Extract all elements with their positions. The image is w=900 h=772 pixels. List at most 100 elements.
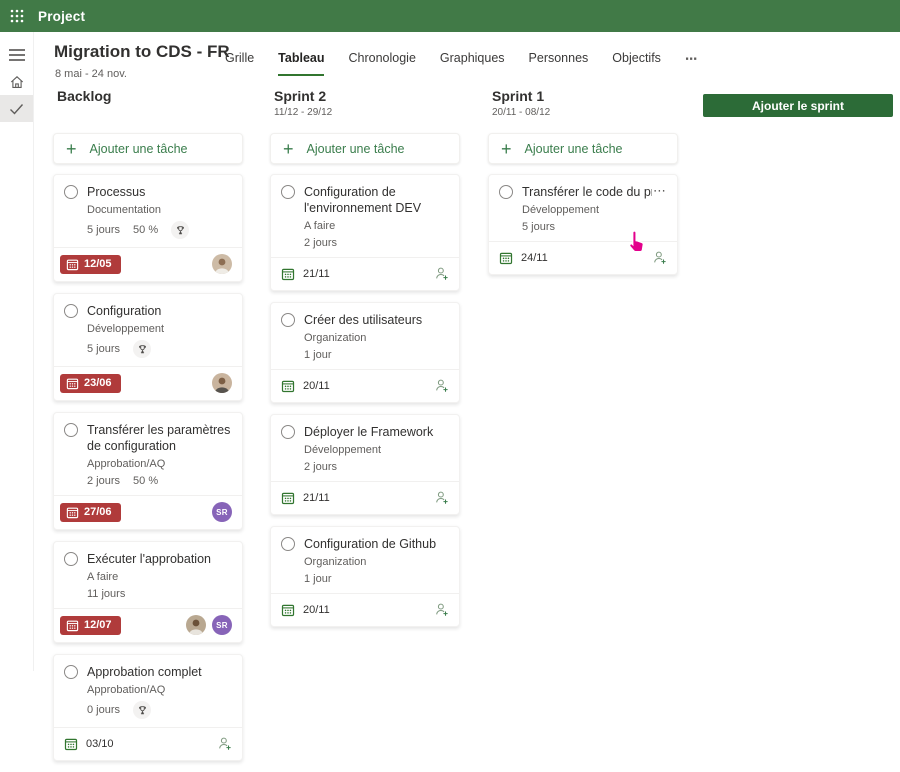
task-complete-checkbox[interactable] [64,185,78,199]
app-launcher-waffle-icon[interactable] [0,0,34,32]
due-date-ontime: 21/11 [281,491,330,505]
tab-graphiques[interactable]: Graphiques [440,51,505,74]
task-duration: 2 jours [304,461,337,473]
task-bucket: A faire [304,220,449,232]
task-title: Exécuter l'approbation [87,551,232,567]
assign-person-icon[interactable] [433,266,449,282]
task-complete-checkbox[interactable] [281,537,295,551]
task-title: Créer des utilisateurs [304,312,449,328]
task-complete-checkbox[interactable] [281,425,295,439]
task-card[interactable]: Processus Documentation 5 jours 50 % 12/… [53,174,243,282]
milestone-trophy-icon [171,221,189,239]
milestone-trophy-icon [133,701,151,719]
task-title: Déployer le Framework [304,424,449,440]
task-complete-checkbox[interactable] [64,304,78,318]
due-date-badge-late: 27/06 [60,503,121,522]
task-card[interactable]: Approbation complet Approbation/AQ 0 jou… [53,654,243,761]
calendar-icon [66,377,79,390]
add-task-button[interactable]: + Ajouter une tâche [270,133,460,164]
calendar-icon [66,506,79,519]
task-card[interactable]: Exécuter l'approbation A faire 11 jours … [53,541,243,643]
task-duration: 2 jours [304,237,337,249]
tabs-more-icon[interactable]: ⋯ [685,51,700,75]
due-date-ontime: 03/10 [64,737,114,751]
column-title: Sprint 2 [274,88,460,104]
milestone-trophy-icon [133,340,151,358]
task-bucket: Développement [304,444,449,456]
task-card[interactable]: Configuration Développement 5 jours 23/0… [53,293,243,401]
task-card[interactable]: Transférer le code du prototype ⋯ Dévelo… [488,174,678,275]
assignee-avatar[interactable] [212,254,232,274]
tab-personnes[interactable]: Personnes [529,51,589,74]
calendar-icon [66,258,79,271]
tasks-check-icon[interactable] [0,95,33,122]
add-task-button[interactable]: + Ajouter une tâche [488,133,678,164]
assign-person-icon[interactable] [433,602,449,618]
task-duration: 5 jours [87,224,120,236]
task-duration: 0 jours [87,704,120,716]
assignee-avatar[interactable] [186,615,206,635]
task-complete-checkbox[interactable] [281,313,295,327]
assignee-avatar-initials[interactable]: SR [212,615,232,635]
plus-icon: + [501,142,512,156]
assign-person-icon[interactable] [433,378,449,394]
due-date-ontime: 20/11 [281,603,330,617]
nav-menu-hamburger-icon[interactable] [0,41,33,68]
column-title: Backlog [57,88,243,104]
calendar-icon [499,251,513,265]
plus-icon: + [283,142,294,156]
calendar-icon [281,379,295,393]
task-duration: 11 jours [87,588,125,600]
task-card[interactable]: Transférer les paramètres de configurati… [53,412,243,530]
due-date-badge-late: 12/05 [60,255,121,274]
home-icon[interactable] [0,68,33,95]
task-duration: 1 jour [304,349,332,361]
app-top-bar: Project [0,0,900,32]
card-more-options-icon[interactable]: ⋯ [652,184,667,197]
due-date-badge-late: 23/06 [60,374,121,393]
task-duration: 5 jours [87,343,120,355]
task-title: Configuration [87,303,232,319]
column-date-range: 20/11 - 08/12 [492,107,678,118]
task-complete-checkbox[interactable] [499,185,513,199]
column-date-range: 11/12 - 29/12 [274,107,460,118]
task-complete-checkbox[interactable] [64,423,78,437]
assign-person-icon[interactable] [433,490,449,506]
task-card[interactable]: Déployer le Framework Développement 2 jo… [270,414,460,515]
task-complete-checkbox[interactable] [64,552,78,566]
task-card[interactable]: Configuration de Github Organization 1 j… [270,526,460,627]
project-date-range: 8 mai - 24 nov. [55,68,127,80]
due-date-ontime: 21/11 [281,267,330,281]
assignee-avatar[interactable] [212,373,232,393]
task-duration: 2 jours [87,475,120,487]
tab-tableau[interactable]: Tableau [278,51,324,76]
task-bucket: Développement [87,323,232,335]
task-percent: 50 % [133,224,158,236]
task-card[interactable]: Configuration de l'environnement DEV A f… [270,174,460,291]
task-bucket: Organization [304,556,449,568]
task-bucket: Approbation/AQ [87,684,232,696]
assignee-avatar-initials[interactable]: SR [212,502,232,522]
task-title: Processus [87,184,232,200]
task-duration: 1 jour [304,573,332,585]
tab-objectifs[interactable]: Objectifs [612,51,661,74]
task-percent: 50 % [133,475,158,487]
tab-grille[interactable]: Grille [225,51,254,74]
task-card[interactable]: Créer des utilisateurs Organization 1 jo… [270,302,460,403]
task-title: Approbation complet [87,664,232,680]
task-bucket: Développement [522,204,667,216]
tab-chronologie[interactable]: Chronologie [348,51,415,74]
task-complete-checkbox[interactable] [281,185,295,199]
task-complete-checkbox[interactable] [64,665,78,679]
task-bucket: Approbation/AQ [87,458,232,470]
add-task-button[interactable]: + Ajouter une tâche [53,133,243,164]
due-date-ontime: 20/11 [281,379,330,393]
add-sprint-button[interactable]: Ajouter le sprint [703,94,893,117]
left-nav-rail [0,32,34,671]
board-column-backlog: Backlog + Ajouter une tâche Processus Do… [53,88,243,772]
calendar-icon [281,491,295,505]
view-tabs: Grille Tableau Chronologie Graphiques Pe… [225,51,699,76]
calendar-icon [281,267,295,281]
assign-person-icon[interactable] [651,250,667,266]
assign-person-icon[interactable] [216,736,232,752]
